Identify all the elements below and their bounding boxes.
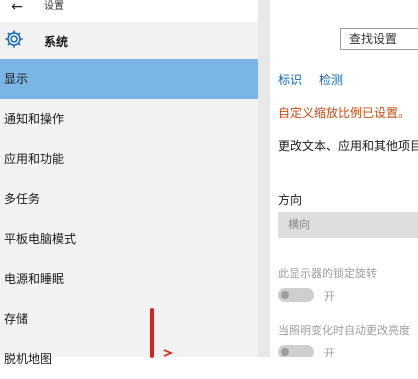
rotation-lock-label: 此显示器的锁定旋转 bbox=[278, 267, 377, 280]
nav-list: 显示 通知和操作 应用和功能 多任务 平板电脑模式 电源和睡眠 存储 脱机地图 bbox=[0, 59, 258, 379]
auto-brightness-state: 开 bbox=[324, 347, 335, 357]
search-input[interactable]: 查找设置 bbox=[340, 28, 418, 50]
orientation-dropdown[interactable]: 横向 bbox=[278, 212, 418, 238]
nav-item-display[interactable]: 显示 bbox=[0, 59, 258, 99]
auto-brightness-label: 当照明变化时自动更改亮度 bbox=[278, 324, 410, 337]
rotation-lock-state: 开 bbox=[324, 290, 335, 303]
orientation-label: 方向 bbox=[278, 193, 303, 207]
left-nav-pane: 系统 显示 通知和操作 应用和功能 多任务 平板电脑模式 电源和睡眠 存储 脱机… bbox=[0, 22, 258, 366]
nav-item-power-sleep[interactable]: 电源和睡眠 bbox=[0, 259, 258, 299]
pane-divider bbox=[258, 0, 270, 357]
nav-item-storage[interactable]: 存储 bbox=[0, 299, 258, 339]
auto-brightness-toggle[interactable] bbox=[278, 345, 314, 357]
nav-item-apps-features[interactable]: 应用和功能 bbox=[0, 139, 258, 179]
section-title: 系统 bbox=[44, 35, 69, 49]
change-size-text: 更改文本、应用和其他项目 bbox=[278, 139, 418, 153]
nav-item-multitasking[interactable]: 多任务 bbox=[0, 179, 258, 219]
custom-scaling-notice[interactable]: 自定义缩放比例已设置。 bbox=[278, 104, 410, 121]
nav-item-notifications[interactable]: 通知和操作 bbox=[0, 99, 258, 139]
back-arrow-icon[interactable]: ← bbox=[6, 0, 28, 22]
nav-item-tablet-mode[interactable]: 平板电脑模式 bbox=[0, 219, 258, 259]
gear-icon bbox=[5, 30, 23, 48]
identify-link[interactable]: 标识 bbox=[278, 71, 302, 88]
nav-item-offline-maps[interactable]: 脱机地图 bbox=[0, 339, 258, 379]
detect-link[interactable]: 检测 bbox=[319, 71, 343, 88]
annotation-arrow-icon bbox=[163, 349, 174, 357]
section-header: 系统 bbox=[0, 22, 258, 58]
annotation-red-bar bbox=[150, 308, 154, 358]
toggle-knob bbox=[281, 291, 289, 299]
toggle-knob bbox=[281, 348, 289, 356]
display-settings-pane: 查找设置 标识 检测 自定义缩放比例已设置。 更改文本、应用和其他项目 方向 横… bbox=[270, 0, 418, 357]
app-title: 设置 bbox=[44, 1, 64, 12]
rotation-lock-toggle[interactable] bbox=[278, 288, 314, 302]
